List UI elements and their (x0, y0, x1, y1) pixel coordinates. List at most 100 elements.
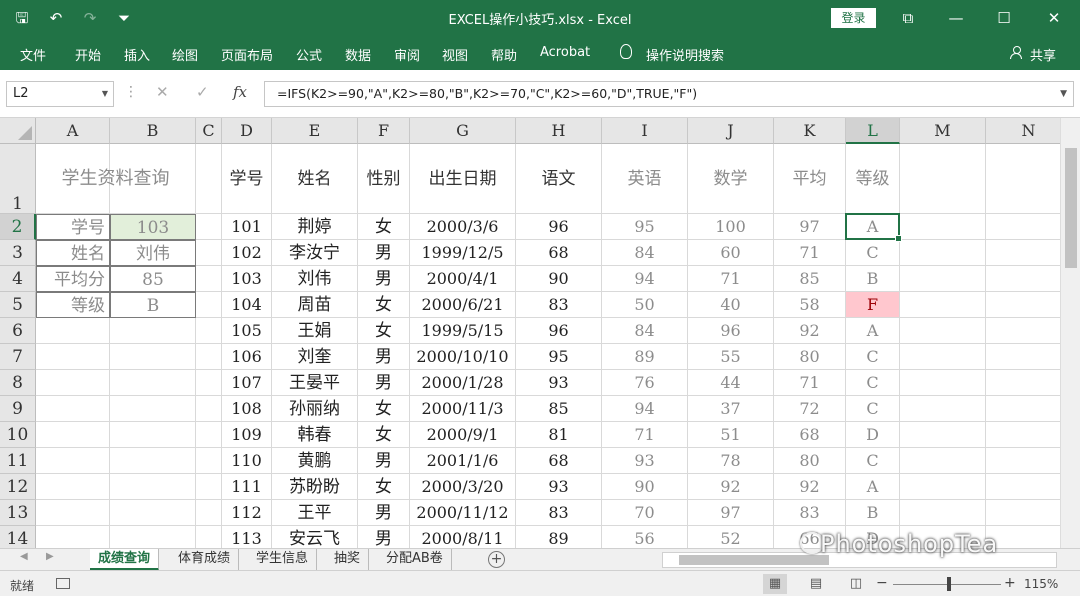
grid-cell[interactable] (986, 292, 1060, 318)
grid-cell[interactable] (110, 448, 196, 474)
sheet-tab-lottery[interactable]: 抽奖 (326, 549, 370, 571)
table-cell[interactable]: 84 (602, 318, 688, 344)
table-cell[interactable]: 80 (774, 448, 846, 474)
table-cell[interactable]: C (846, 370, 900, 396)
table-cell[interactable]: 1999/12/5 (410, 240, 516, 266)
grid-cell[interactable] (900, 214, 986, 240)
table-cell[interactable]: 50 (602, 292, 688, 318)
table-cell[interactable]: 女 (358, 214, 410, 240)
grid-cell[interactable] (900, 396, 986, 422)
grid-cell[interactable] (196, 144, 222, 214)
table-cell[interactable]: 113 (222, 526, 272, 548)
table-cell[interactable]: 83 (516, 500, 602, 526)
column-header-m[interactable]: M (900, 118, 986, 144)
grid-cell[interactable] (986, 344, 1060, 370)
column-header-i[interactable]: I (602, 118, 688, 144)
table-cell[interactable]: 85 (516, 396, 602, 422)
scroll-thumb[interactable] (1065, 148, 1077, 268)
tab-file[interactable]: 文件 (20, 45, 46, 64)
table-cell[interactable]: 44 (688, 370, 774, 396)
row-header-2[interactable]: 2 (0, 214, 36, 240)
table-cell[interactable]: F (846, 292, 900, 318)
table-cell[interactable]: 女 (358, 318, 410, 344)
prev-sheet-icon[interactable]: ◀ (20, 551, 28, 562)
table-cell[interactable]: C (846, 396, 900, 422)
grid-cell[interactable] (986, 144, 1060, 214)
row-header-3[interactable]: 3 (0, 240, 36, 266)
row-header-14[interactable]: 14 (0, 526, 36, 548)
row-header-11[interactable]: 11 (0, 448, 36, 474)
grid-cell[interactable] (900, 292, 986, 318)
grid-cell[interactable] (196, 214, 222, 240)
table-cell[interactable]: 55 (688, 344, 774, 370)
table-cell[interactable]: 60 (688, 240, 774, 266)
table-cell[interactable]: 97 (774, 214, 846, 240)
table-cell[interactable]: 108 (222, 396, 272, 422)
table-cell[interactable]: 95 (602, 214, 688, 240)
table-cell[interactable]: 王晏平 (272, 370, 358, 396)
table-cell[interactable]: 68 (516, 448, 602, 474)
table-cell[interactable]: C (846, 448, 900, 474)
table-cell[interactable]: 2000/8/11 (410, 526, 516, 548)
table-cell[interactable]: 女 (358, 422, 410, 448)
table-cell[interactable]: C (846, 240, 900, 266)
grid-cell[interactable] (900, 500, 986, 526)
column-header-l[interactable]: L (846, 118, 900, 144)
table-cell[interactable]: 2000/10/10 (410, 344, 516, 370)
grid-cell[interactable] (900, 370, 986, 396)
table-cell[interactable]: 2000/3/20 (410, 474, 516, 500)
table-cell[interactable]: 男 (358, 240, 410, 266)
table-cell[interactable]: 96 (688, 318, 774, 344)
table-cell[interactable]: 56 (602, 526, 688, 548)
table-cell[interactable]: 40 (688, 292, 774, 318)
grid-cell[interactable] (900, 240, 986, 266)
grid-cell[interactable] (986, 448, 1060, 474)
grid-cell[interactable] (196, 422, 222, 448)
column-header-k[interactable]: K (774, 118, 846, 144)
row-header-7[interactable]: 7 (0, 344, 36, 370)
tab-view[interactable]: 视图 (442, 45, 468, 64)
zoom-slider-thumb[interactable] (947, 577, 951, 591)
grid-cell[interactable] (36, 448, 110, 474)
column-header-d[interactable]: D (222, 118, 272, 144)
table-cell[interactable]: 37 (688, 396, 774, 422)
table-cell[interactable]: 111 (222, 474, 272, 500)
table-cell[interactable]: B (846, 266, 900, 292)
table-cell[interactable]: 女 (358, 474, 410, 500)
row-header-10[interactable]: 10 (0, 422, 36, 448)
zoom-in-button[interactable]: + (1004, 575, 1016, 591)
table-cell[interactable]: 72 (774, 396, 846, 422)
table-cell[interactable]: 2000/9/1 (410, 422, 516, 448)
tell-me-search[interactable]: 操作说明搜索 (646, 45, 724, 64)
table-cell[interactable]: 刘奎 (272, 344, 358, 370)
table-cell[interactable]: 110 (222, 448, 272, 474)
tab-draw[interactable]: 绘图 (172, 45, 198, 64)
column-header-e[interactable]: E (272, 118, 358, 144)
table-cell[interactable]: 王平 (272, 500, 358, 526)
table-cell[interactable]: D (846, 422, 900, 448)
table-cell[interactable]: 107 (222, 370, 272, 396)
ribbon-display-icon[interactable]: ⧉ (884, 0, 932, 36)
row-header-1[interactable]: 1 (0, 144, 36, 214)
table-cell[interactable]: 女 (358, 292, 410, 318)
table-cell[interactable]: 68 (774, 422, 846, 448)
lookup-value[interactable]: 85 (110, 266, 196, 292)
vertical-scrollbar[interactable] (1060, 118, 1080, 548)
grid-cell[interactable] (196, 240, 222, 266)
table-cell[interactable]: 2000/11/12 (410, 500, 516, 526)
table-cell[interactable]: 2001/1/6 (410, 448, 516, 474)
grid-cell[interactable] (110, 344, 196, 370)
table-cell[interactable]: 93 (516, 370, 602, 396)
table-cell[interactable]: 51 (688, 422, 774, 448)
tab-home[interactable]: 开始 (75, 45, 101, 64)
add-sheet-button[interactable]: + (488, 551, 505, 568)
grid-cell[interactable] (196, 344, 222, 370)
table-cell[interactable]: 安云飞 (272, 526, 358, 548)
grid-cell[interactable] (900, 344, 986, 370)
macro-record-icon[interactable] (56, 578, 70, 589)
grid-cell[interactable] (110, 474, 196, 500)
row-header-5[interactable]: 5 (0, 292, 36, 318)
table-cell[interactable]: 孙丽纳 (272, 396, 358, 422)
row-header-6[interactable]: 6 (0, 318, 36, 344)
grid-cell[interactable] (986, 422, 1060, 448)
